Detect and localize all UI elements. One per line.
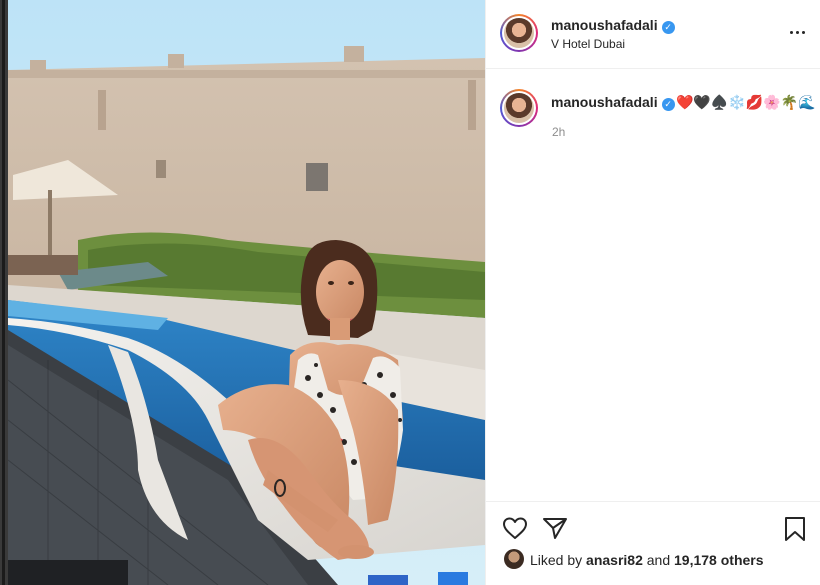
location-link[interactable]: V Hotel Dubai (551, 37, 625, 51)
liked-by-label: Liked by (530, 552, 583, 568)
photo-illustration (8, 0, 485, 585)
heart-icon[interactable] (502, 516, 528, 540)
caption-author[interactable]: manoushafadali ✓ (551, 94, 675, 111)
verified-badge-icon: ✓ (661, 98, 675, 111)
liker-username[interactable]: anasri82 (586, 552, 643, 568)
paper-plane-icon[interactable] (542, 516, 568, 540)
post-side-panel: manoushafadali ✓ V Hotel Dubai manoushafa… (485, 0, 820, 585)
caption-text: ❤️🖤♠️❄️💋🌸🌴🌊 (676, 94, 816, 110)
window-edge (0, 0, 8, 585)
instagram-post-modal: manoushafadali ✓ V Hotel Dubai manoushafa… (0, 0, 820, 585)
post-header: manoushafadali ✓ V Hotel Dubai (486, 0, 820, 69)
liker-avatar[interactable] (504, 549, 524, 569)
username-text[interactable]: manoushafadali (551, 94, 658, 110)
and-label: and (646, 552, 671, 568)
username-text[interactable]: manoushafadali (551, 17, 658, 33)
likes-text[interactable]: Liked by anasri82 and 19,178 others (530, 552, 764, 568)
more-options-icon[interactable] (788, 24, 808, 40)
post-photo[interactable] (8, 0, 485, 585)
action-bar: Liked by anasri82 and 19,178 others (486, 501, 820, 585)
post-timestamp[interactable]: 2h (552, 125, 565, 139)
avatar[interactable] (500, 89, 538, 127)
verified-badge-icon: ✓ (661, 21, 675, 34)
post-author[interactable]: manoushafadali ✓ (551, 17, 675, 34)
likes-count[interactable]: 19,178 others (674, 552, 764, 568)
avatar[interactable] (500, 14, 538, 52)
bookmark-icon[interactable] (783, 516, 807, 542)
